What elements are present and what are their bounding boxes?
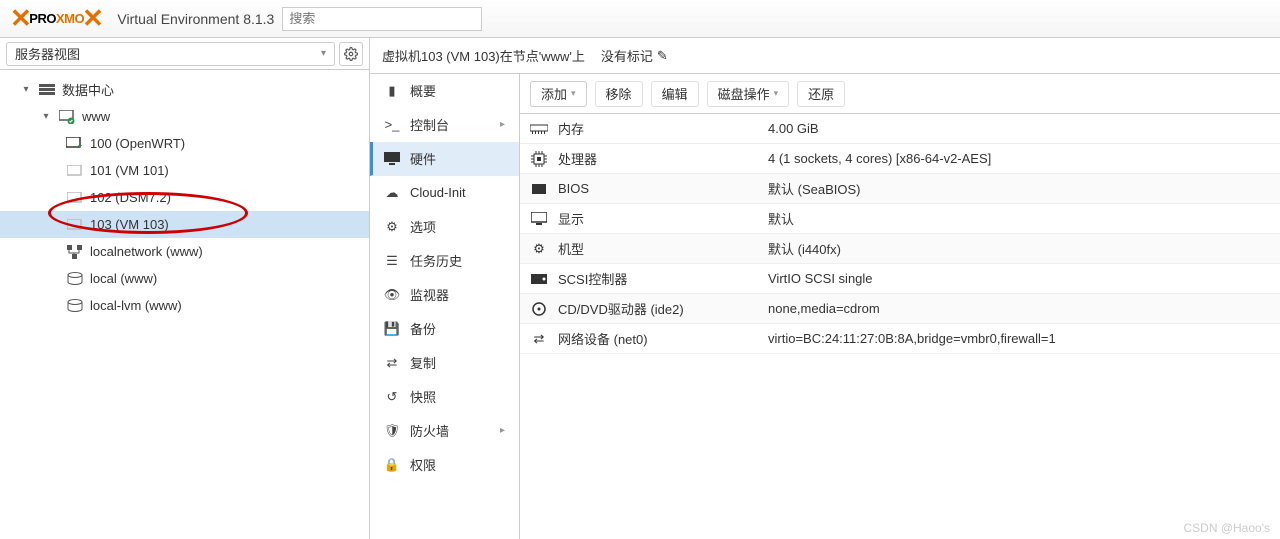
tab-hardware[interactable]: 硬件	[370, 142, 519, 176]
cpu-icon	[530, 151, 548, 167]
tree-label: 100 (OpenWRT)	[90, 136, 185, 151]
tags-label: 没有标记	[601, 46, 653, 65]
tree-node-www[interactable]: ▾ www	[0, 103, 369, 130]
edit-button[interactable]: 编辑	[651, 81, 699, 107]
caret-down-icon: ▾	[774, 88, 779, 99]
node-icon	[58, 110, 76, 124]
tab-console[interactable]: >_控制台▸	[370, 108, 519, 142]
revert-button[interactable]: 还原	[797, 81, 845, 107]
hw-row-memory[interactable]: 内存4.00 GiB	[520, 114, 1280, 144]
remove-button[interactable]: 移除	[595, 81, 643, 107]
tab-backup[interactable]: 💾备份	[370, 312, 519, 346]
tree-label: 102 (DSM7.2)	[90, 190, 171, 205]
hw-row-bios[interactable]: BIOS默认 (SeaBIOS)	[520, 174, 1280, 204]
hdd-icon	[530, 274, 548, 284]
tree-vm-102[interactable]: 102 (DSM7.2)	[0, 184, 369, 211]
app-header: ✕PROXMO✕ Virtual Environment 8.1.3	[0, 0, 1280, 38]
hw-row-cpu[interactable]: 处理器4 (1 sockets, 4 cores) [x86-64-v2-AES…	[520, 144, 1280, 174]
tree-label: 101 (VM 101)	[90, 163, 169, 178]
hardware-table: 内存4.00 GiB 处理器4 (1 sockets, 4 cores) [x8…	[520, 114, 1280, 539]
vm-running-icon	[66, 137, 84, 151]
chip-icon	[530, 184, 548, 194]
tab-options[interactable]: ⚙选项	[370, 210, 519, 244]
hw-row-display[interactable]: 显示默认	[520, 204, 1280, 234]
resource-tree-panel: 服务器视图 ▾ ▾ 数据中心 ▾ www 100 (Open	[0, 38, 370, 539]
resource-tree: ▾ 数据中心 ▾ www 100 (OpenWRT) 101 (VM 101) …	[0, 70, 369, 325]
tree-vm-100[interactable]: 100 (OpenWRT)	[0, 130, 369, 157]
tree-settings-button[interactable]	[339, 42, 363, 66]
tab-permissions[interactable]: 🔒权限	[370, 448, 519, 482]
vm-icon	[66, 192, 84, 204]
expander-icon: ▾	[20, 84, 32, 95]
cloud-icon: ☁	[384, 185, 400, 201]
storage-icon	[66, 272, 84, 286]
tree-label: localnetwork (www)	[90, 244, 203, 259]
hw-row-cdrom[interactable]: CD/DVD驱动器 (ide2)none,media=cdrom	[520, 294, 1280, 324]
tab-snapshot[interactable]: ↺快照	[370, 380, 519, 414]
caret-down-icon: ▾	[571, 88, 576, 99]
tree-localnetwork[interactable]: localnetwork (www)	[0, 238, 369, 265]
swap-icon: ⇄	[530, 331, 548, 347]
tab-firewall[interactable]: 🛡防火墙▸	[370, 414, 519, 448]
history-icon: ↺	[384, 389, 400, 405]
gear-icon	[344, 47, 358, 61]
list-icon: ☰	[384, 253, 400, 269]
tree-storage-local[interactable]: local (www)	[0, 265, 369, 292]
tab-summary[interactable]: ▮概要	[370, 74, 519, 108]
disc-icon	[530, 302, 548, 316]
hw-row-scsi[interactable]: SCSI控制器VirtIO SCSI single	[520, 264, 1280, 294]
network-icon	[66, 245, 84, 259]
tree-vm-101[interactable]: 101 (VM 101)	[0, 157, 369, 184]
tree-vm-103[interactable]: 103 (VM 103)	[0, 211, 369, 238]
tree-label: 数据中心	[62, 80, 114, 99]
ve-version-label: Virtual Environment 8.1.3	[117, 11, 274, 27]
hw-row-net0[interactable]: ⇄网络设备 (net0)virtio=BC:24:11:27:0B:8A,bri…	[520, 324, 1280, 354]
view-selector-label: 服务器视图	[15, 44, 80, 63]
expander-icon: ▾	[40, 111, 52, 122]
tab-cloudinit[interactable]: ☁Cloud-Init	[370, 176, 519, 210]
chevron-right-icon: ▸	[500, 119, 505, 130]
search-input[interactable]	[282, 7, 482, 31]
tab-replication[interactable]: ⇄复制	[370, 346, 519, 380]
shield-icon: 🛡	[384, 423, 400, 439]
lock-icon: 🔒	[384, 457, 400, 473]
watermark: CSDN @Haoo's	[1184, 521, 1271, 535]
gear-icon: ⚙	[530, 241, 548, 257]
chevron-right-icon: ▸	[500, 425, 505, 436]
logo: ✕PROXMO✕	[10, 3, 103, 34]
chevron-down-icon: ▾	[321, 48, 326, 59]
add-button[interactable]: 添加▾	[530, 81, 587, 107]
hw-row-machine[interactable]: ⚙机型默认 (i440fx)	[520, 234, 1280, 264]
tree-datacenter[interactable]: ▾ 数据中心	[0, 76, 369, 103]
terminal-icon: >_	[384, 117, 400, 132]
vm-icon	[66, 165, 84, 177]
tree-label: www	[82, 109, 110, 124]
vm-icon	[66, 219, 84, 231]
tree-label: local-lvm (www)	[90, 298, 182, 313]
book-icon: ▮	[384, 83, 400, 99]
memory-icon	[530, 124, 548, 134]
vm-tabs: ▮概要 >_控制台▸ 硬件 ☁Cloud-Init ⚙选项 ☰任务历史 👁监视器…	[370, 74, 519, 482]
gear-icon: ⚙	[384, 219, 400, 235]
hardware-toolbar: 添加▾ 移除 编辑 磁盘操作▾ 还原	[520, 74, 1280, 114]
monitor-icon	[530, 212, 548, 225]
save-icon: 💾	[384, 321, 400, 337]
view-selector[interactable]: 服务器视图 ▾	[6, 42, 335, 66]
page-title: 虚拟机103 (VM 103)在节点'www'上	[382, 46, 585, 65]
eye-icon: 👁	[384, 287, 400, 303]
tree-label: 103 (VM 103)	[90, 217, 169, 232]
tree-storage-local-lvm[interactable]: local-lvm (www)	[0, 292, 369, 319]
copy-icon: ⇄	[384, 355, 400, 371]
server-icon	[38, 84, 56, 96]
tree-label: local (www)	[90, 271, 157, 286]
storage-icon	[66, 299, 84, 313]
tab-monitor[interactable]: 👁监视器	[370, 278, 519, 312]
disk-action-button[interactable]: 磁盘操作▾	[707, 81, 790, 107]
pencil-icon: ✎	[657, 48, 668, 64]
monitor-icon	[384, 152, 400, 165]
tags-area[interactable]: 没有标记 ✎	[601, 46, 668, 65]
tab-taskhistory[interactable]: ☰任务历史	[370, 244, 519, 278]
content-header: 虚拟机103 (VM 103)在节点'www'上 没有标记 ✎	[370, 38, 1280, 74]
